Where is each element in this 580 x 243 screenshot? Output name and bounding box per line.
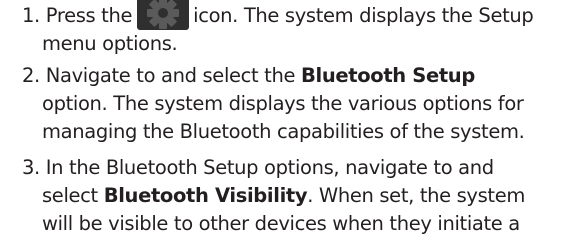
step-3-text-after-bold: . When set, the system xyxy=(307,184,526,207)
step-2-line-2: option. The system displays the various … xyxy=(42,92,524,115)
step-1-line-2: menu options. xyxy=(42,32,178,55)
step-2: 2. Navigate to and select the Bluetooth … xyxy=(22,62,578,146)
step-2-line-3: managing the Bluetooth capabilities of t… xyxy=(42,120,525,143)
step-3-text-before-bold: select xyxy=(42,184,98,207)
step-1-text-after-icon: icon. The system displays the Setup xyxy=(193,4,534,27)
step-3: 3. In the Bluetooth Setup options, navig… xyxy=(22,154,578,238)
step-2-number: 2. xyxy=(22,64,40,87)
step-3-line-3: will be visible to other devices when th… xyxy=(42,212,520,235)
bluetooth-setup-term: Bluetooth Setup xyxy=(301,64,475,87)
gear-settings-icon-graphic xyxy=(137,0,190,30)
step-2-line-1: 2. Navigate to and select the Bluetooth … xyxy=(22,62,578,90)
step-3-line-2: select Bluetooth Visibility. When set, t… xyxy=(22,182,578,210)
step-1: 1. Press the icon. The system displays t… xyxy=(22,0,578,58)
step-1-number: 1. xyxy=(22,4,40,27)
step-3-number: 3. xyxy=(22,156,40,179)
step-1-line-1: 1. Press the icon. The system displays t… xyxy=(22,0,578,30)
step-3-line-1: 3. In the Bluetooth Setup options, navig… xyxy=(22,154,578,182)
step-3-line-1-text: In the Bluetooth Setup options, navigate… xyxy=(45,156,494,179)
step-2-text-before-bold: Navigate to and select the xyxy=(45,64,296,87)
step-1-text-before-icon: Press the xyxy=(45,4,133,27)
instruction-page: 1. Press the icon. The system displays t… xyxy=(0,0,580,243)
bluetooth-visibility-term: Bluetooth Visibility xyxy=(103,184,308,207)
gear-settings-icon xyxy=(135,0,191,30)
